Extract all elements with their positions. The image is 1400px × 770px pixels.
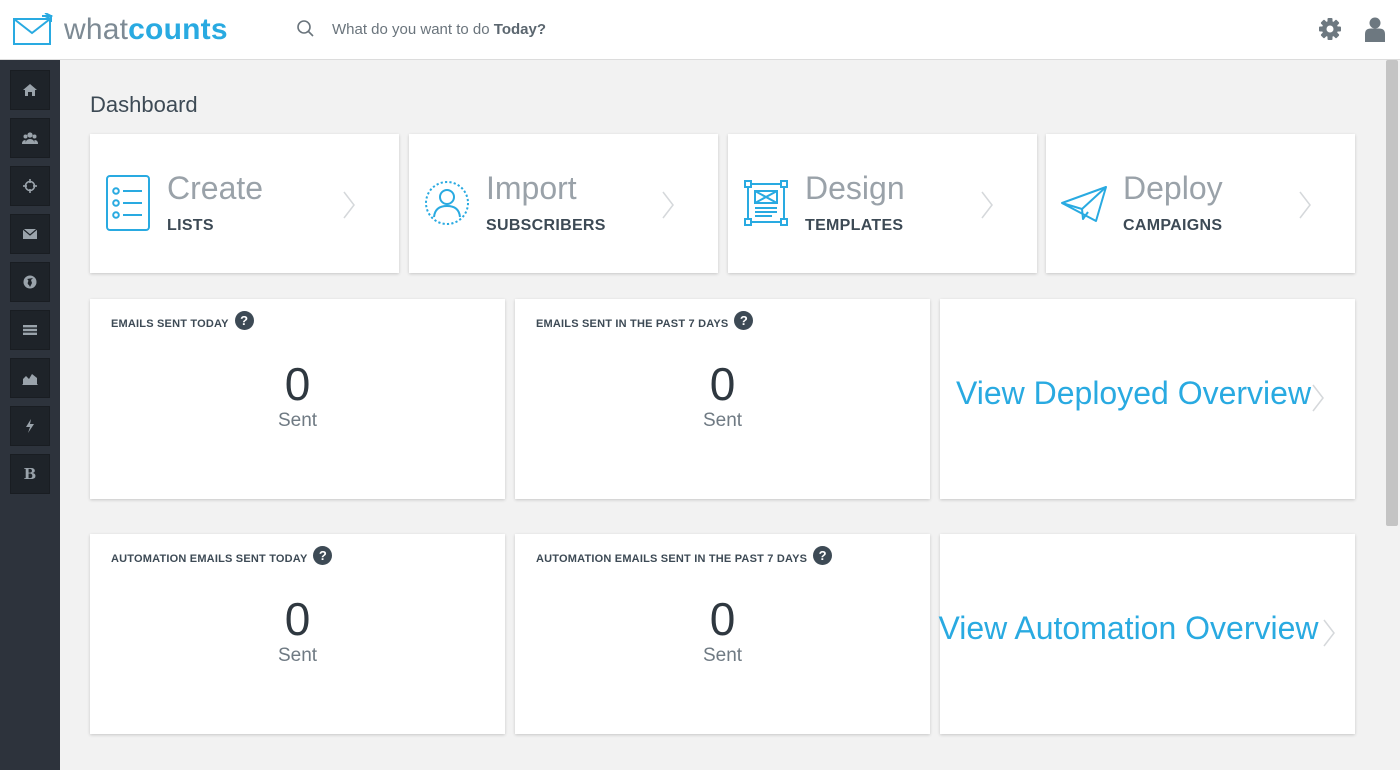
chevron-right-icon <box>662 191 674 219</box>
sidebar-item-email[interactable] <box>10 214 50 254</box>
sidebar-item-automation[interactable] <box>10 406 50 446</box>
logo-wordmark: whatcounts <box>64 15 228 45</box>
sidebar-item-lists[interactable] <box>10 310 50 350</box>
stat-label: EMAILS SENT TODAY? <box>111 311 254 333</box>
sidebar-item-web[interactable] <box>10 262 50 302</box>
bolt-icon <box>26 419 34 433</box>
view-deployed-overview-card[interactable]: View Deployed Overview <box>940 299 1355 499</box>
view-automation-overview-link[interactable]: View Automation Overview <box>921 610 1336 647</box>
stat-value: 0 <box>284 358 311 410</box>
template-icon <box>744 180 788 226</box>
envelope-logo-icon <box>13 13 54 45</box>
stat-label-text: AUTOMATION EMAILS SENT IN THE PAST 7 DAY… <box>536 552 808 565</box>
deploy-campaigns-card[interactable]: Deploy CAMPAIGNS <box>1046 134 1355 273</box>
card-subtitle: LISTS <box>167 217 214 234</box>
stat-value: 0 <box>284 593 311 645</box>
chart-icon <box>22 374 38 385</box>
emails-sent-today-card: EMAILS SENT TODAY? 0 Sent <box>90 299 505 499</box>
search-prompt[interactable]: What do you want to do Today? <box>332 21 546 38</box>
gear-icon[interactable] <box>1317 16 1343 42</box>
search-icon <box>297 20 314 37</box>
stat-unit: Sent <box>277 645 318 666</box>
sidebar-item-b[interactable]: B <box>10 454 50 494</box>
stat-value: 0 <box>709 358 736 410</box>
logo-counts-text: counts <box>128 13 228 46</box>
envelope-icon <box>22 228 38 239</box>
stat-label-text: EMAILS SENT IN THE PAST 7 DAYS <box>536 317 729 330</box>
chevron-right-icon <box>1312 384 1324 412</box>
help-icon[interactable]: ? <box>813 546 833 565</box>
home-icon <box>23 84 37 96</box>
users-icon <box>22 132 38 144</box>
card-title: Deploy <box>1123 170 1223 206</box>
search-prompt-prefix: What do you want to do <box>332 20 494 38</box>
card-subtitle: CAMPAIGNS <box>1123 217 1223 234</box>
stat-unit: Sent <box>277 410 318 431</box>
design-templates-card[interactable]: Design TEMPLATES <box>728 134 1037 273</box>
sidebar-item-users[interactable] <box>10 118 50 158</box>
stat-unit: Sent <box>702 410 743 431</box>
b-icon: B <box>23 465 37 483</box>
card-title: Import <box>486 170 577 206</box>
top-header: whatcounts What do you want to do Today? <box>0 0 1400 60</box>
card-subtitle: SUBSCRIBERS <box>486 217 606 234</box>
list-icon <box>106 175 150 231</box>
search-bar[interactable]: What do you want to do Today? <box>296 16 546 42</box>
stat-label-text: EMAILS SENT TODAY <box>111 317 229 330</box>
whatcounts-logo[interactable]: whatcounts <box>12 11 228 49</box>
help-icon[interactable]: ? <box>313 546 333 565</box>
card-title: Design <box>805 170 905 206</box>
crosshair-icon <box>23 179 37 193</box>
help-icon[interactable]: ? <box>234 311 254 330</box>
stat-label-text: AUTOMATION EMAILS SENT TODAY <box>111 552 308 565</box>
card-subtitle: TEMPLATES <box>805 217 904 234</box>
view-automation-overview-card[interactable]: View Automation Overview <box>938 534 1355 734</box>
scrollbar-thumb[interactable] <box>1386 60 1398 526</box>
sidebar-item-targeting[interactable] <box>10 166 50 206</box>
chevron-right-icon <box>1299 191 1311 219</box>
list-icon <box>23 325 37 335</box>
user-icon[interactable] <box>1362 16 1388 42</box>
view-deployed-overview-link[interactable]: View Deployed Overview <box>926 375 1341 412</box>
create-lists-card[interactable]: Create LISTS <box>90 134 399 273</box>
stat-label: AUTOMATION EMAILS SENT TODAY? <box>111 546 333 568</box>
sidebar-nav: B <box>0 60 60 770</box>
page-scrollbar[interactable] <box>1384 60 1400 770</box>
sidebar-item-home[interactable] <box>10 70 50 110</box>
stat-label: EMAILS SENT IN THE PAST 7 DAYS? <box>536 311 754 333</box>
chevron-right-icon <box>343 191 355 219</box>
card-title: Create <box>167 170 264 206</box>
help-icon[interactable]: ? <box>734 311 754 330</box>
stat-value: 0 <box>709 593 736 645</box>
automation-emails-sent-today-card: AUTOMATION EMAILS SENT TODAY? 0 Sent <box>90 534 505 734</box>
emails-sent-7-days-card: EMAILS SENT IN THE PAST 7 DAYS? 0 Sent <box>515 299 930 499</box>
subscriber-icon <box>425 181 469 225</box>
page-title: Dashboard <box>90 92 198 117</box>
chevron-right-icon <box>1323 619 1335 647</box>
chevron-right-icon <box>981 191 993 219</box>
paper-plane-icon <box>1061 186 1107 222</box>
globe-icon <box>23 275 37 289</box>
search-prompt-emphasis: Today? <box>493 20 546 38</box>
sidebar-item-reports[interactable] <box>10 358 50 398</box>
stat-label: AUTOMATION EMAILS SENT IN THE PAST 7 DAY… <box>536 546 833 568</box>
stat-unit: Sent <box>702 645 743 666</box>
import-subscribers-card[interactable]: Import SUBSCRIBERS <box>409 134 718 273</box>
automation-emails-sent-7-days-card: AUTOMATION EMAILS SENT IN THE PAST 7 DAY… <box>515 534 930 734</box>
logo-what-text: what <box>64 13 129 46</box>
